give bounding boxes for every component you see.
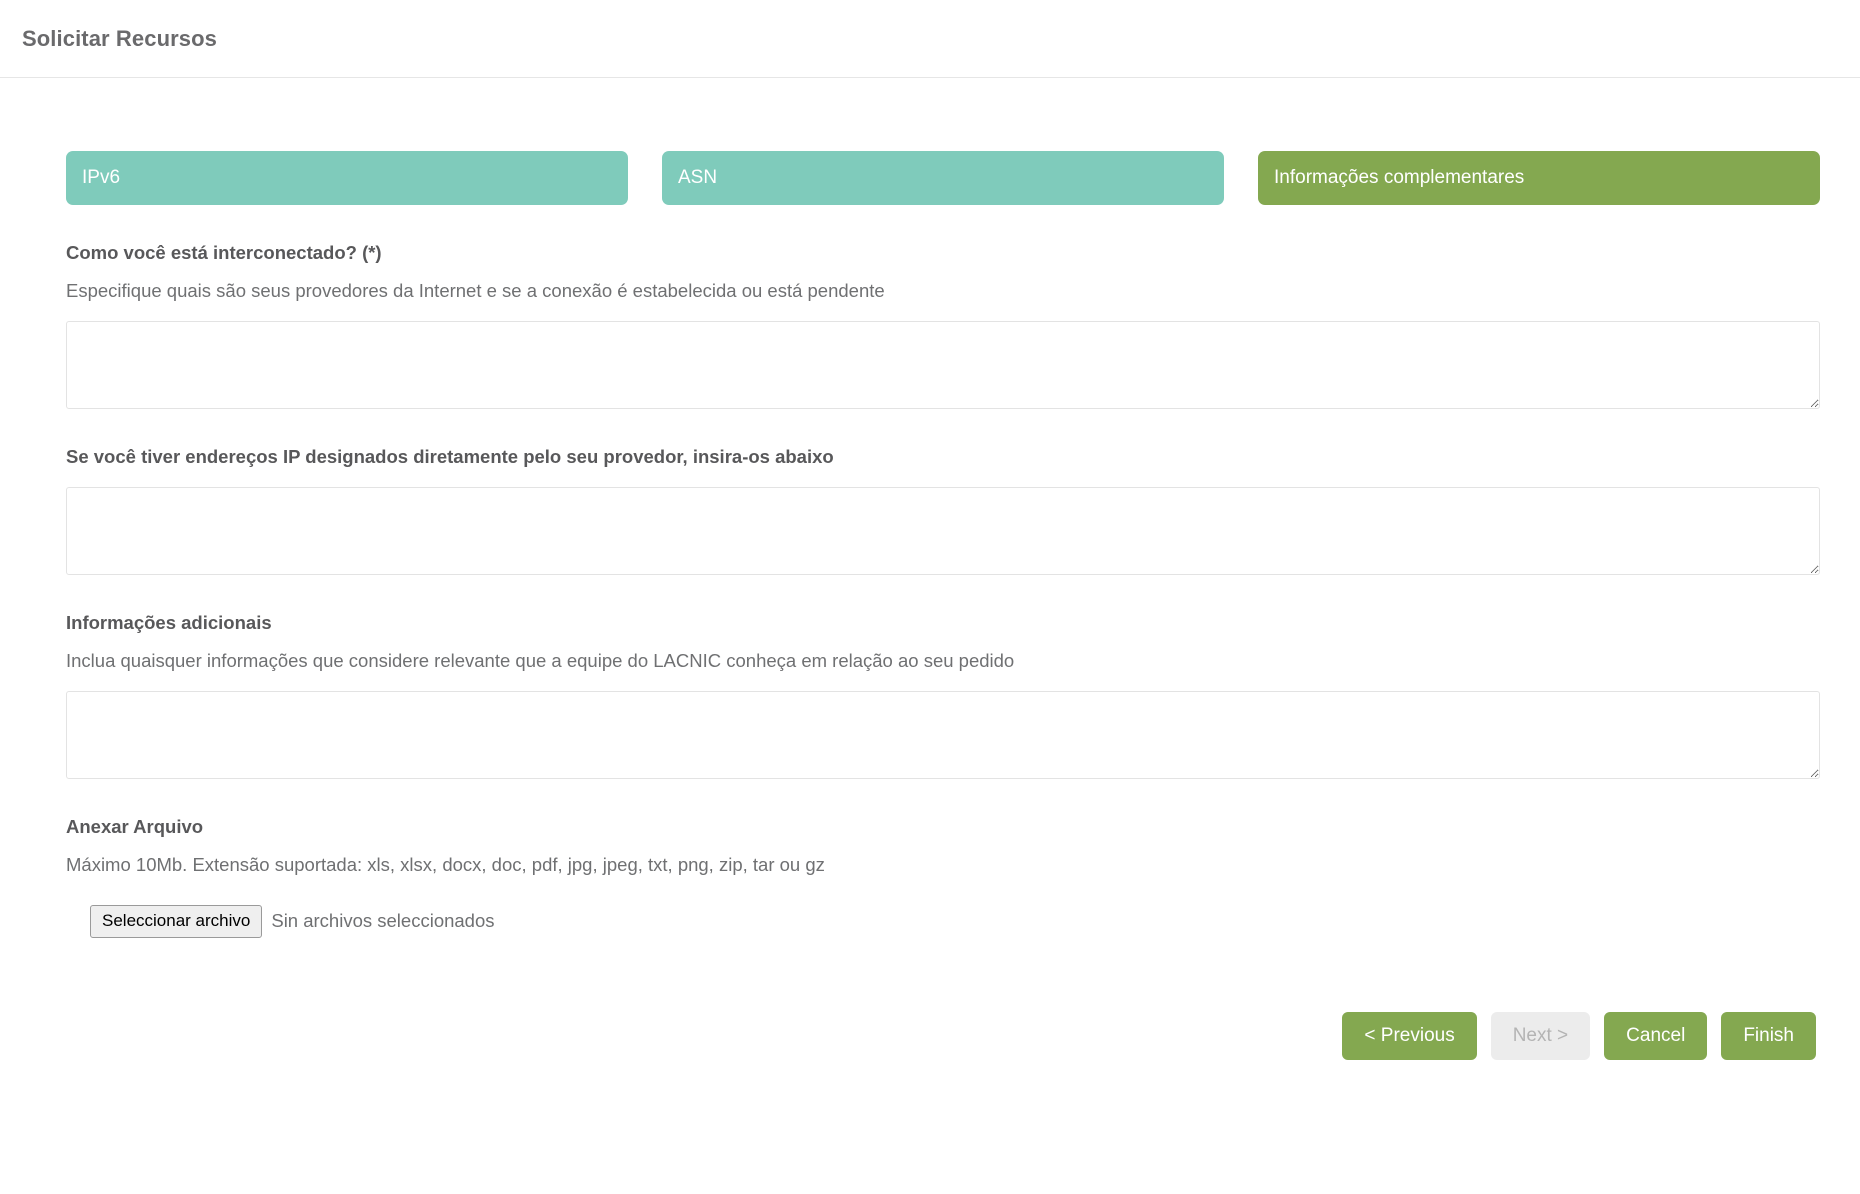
step-tab-label: ASN (678, 167, 718, 188)
wizard-steps: IPv6 ASN Informações complementares (66, 151, 1820, 205)
page-header: Solicitar Recursos (0, 0, 1860, 78)
field-interconnection: Como você está interconectado? (*) Espec… (66, 241, 1820, 410)
step-tab-label: IPv6 (82, 167, 121, 188)
next-button: Next > (1490, 1011, 1591, 1060)
field-help: Especifique quais são seus provedores da… (66, 280, 885, 302)
form-content: IPv6 ASN Informações complementares Como… (0, 151, 1860, 1060)
choose-file-button[interactable]: Seleccionar archivo (90, 905, 263, 938)
interconnection-textarea[interactable] (66, 321, 1820, 410)
field-help: Inclua quaisquer informações que conside… (66, 650, 1015, 672)
step-tab-ipv6[interactable]: IPv6 (66, 151, 628, 205)
provider-ip-addresses-textarea[interactable] (66, 487, 1820, 576)
field-label: Como você está interconectado? (*) (66, 242, 382, 263)
previous-button[interactable]: < Previous (1342, 1011, 1477, 1060)
field-additional-information: Informações adicionais Inclua quaisquer … (66, 611, 1820, 780)
step-tab-label: Informações complementares (1274, 167, 1525, 188)
step-tab-informacoes-complementares[interactable]: Informações complementares (1258, 151, 1820, 205)
field-attachment: Anexar Arquivo Máximo 10Mb. Extensão sup… (66, 815, 1820, 938)
attachment-help: Máximo 10Mb. Extensão suportada: xls, xl… (66, 854, 825, 876)
finish-button[interactable]: Finish (1721, 1011, 1816, 1060)
attachment-label: Anexar Arquivo (66, 816, 204, 838)
field-provider-ip-addresses: Se você tiver endereços IP designados di… (66, 445, 1820, 576)
wizard-actions: < Previous Next > Cancel Finish (66, 1011, 1820, 1060)
field-label: Se você tiver endereços IP designados di… (66, 446, 834, 468)
field-label: Informações adicionais (66, 612, 272, 634)
cancel-button[interactable]: Cancel (1604, 1011, 1708, 1060)
step-tab-asn[interactable]: ASN (662, 151, 1224, 205)
file-status-text: Sin archivos seleccionados (271, 910, 495, 932)
file-input-row[interactable]: Seleccionar archivo Sin archivos selecci… (66, 905, 1820, 938)
page-title: Solicitar Recursos (22, 25, 217, 51)
additional-information-textarea[interactable] (66, 691, 1820, 780)
